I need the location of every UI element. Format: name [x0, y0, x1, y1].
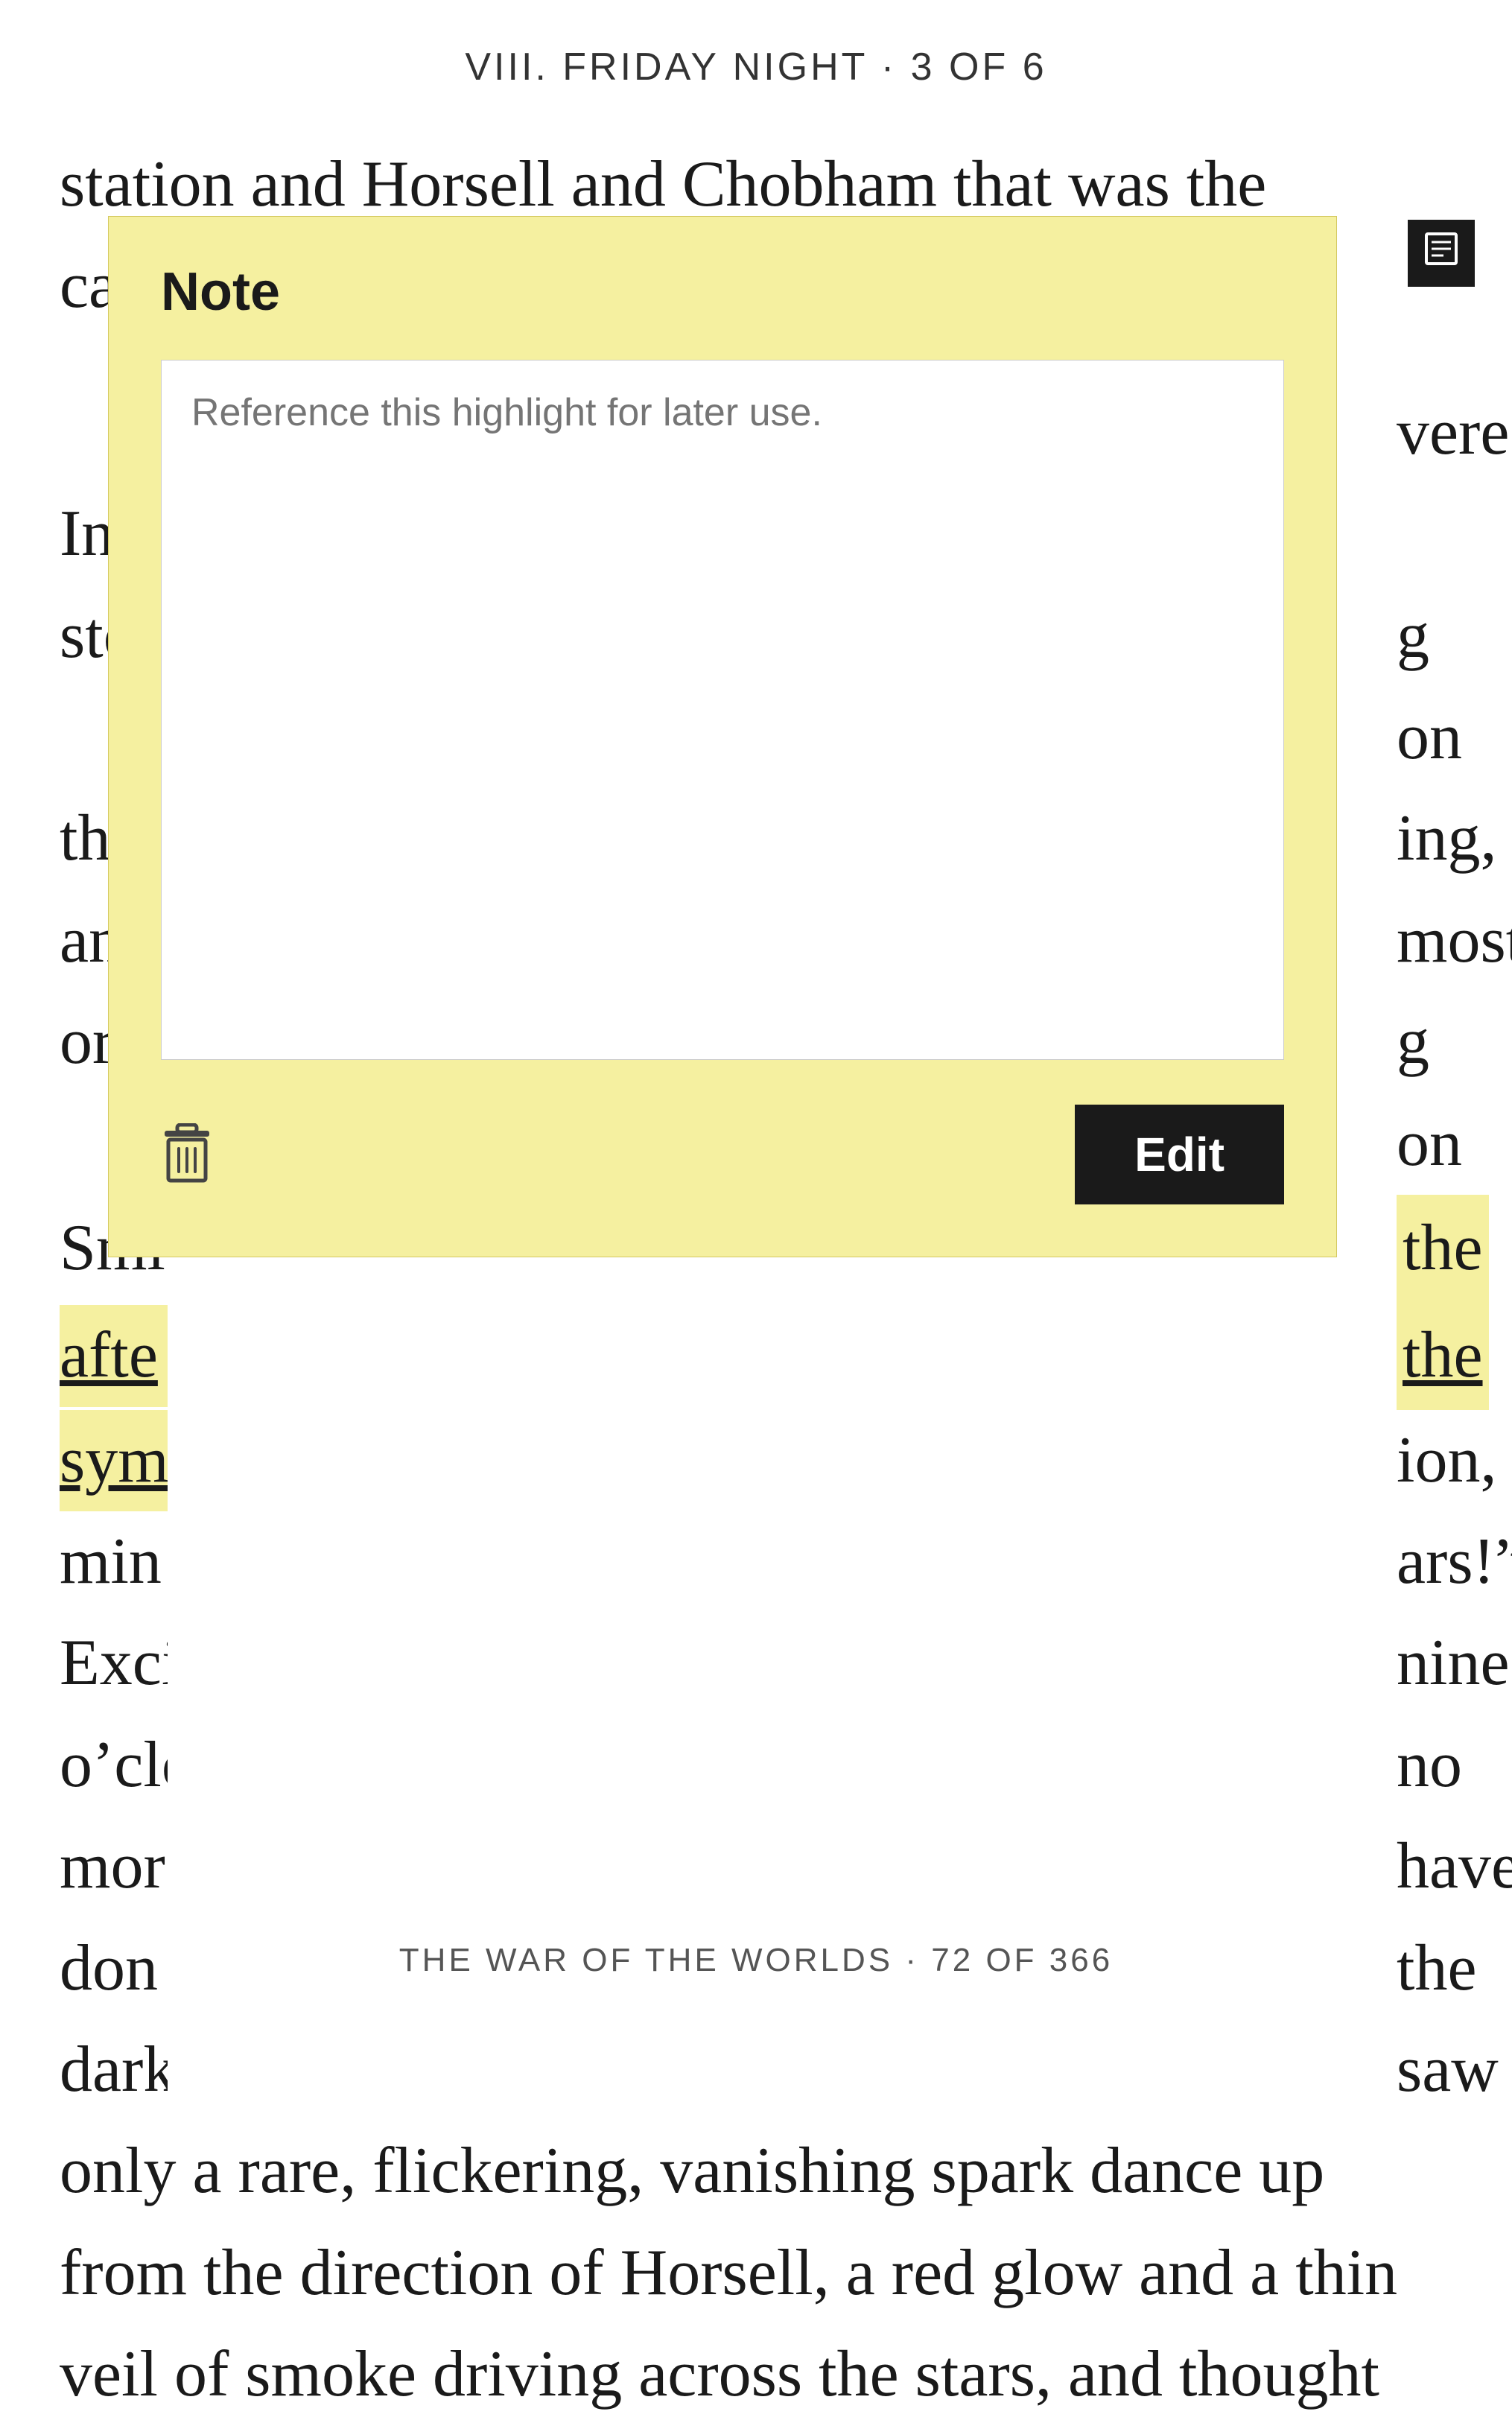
text-row-7: afte the — [60, 1302, 1452, 1409]
footer-page-info: 72 OF 366 — [931, 1942, 1113, 1978]
text-bottom-3: veil of smoke driving across the stars, … — [60, 2324, 1452, 2425]
text-section-bottom: only a rare, flickering, vanishing spark… — [60, 2121, 1452, 2425]
text-gap-11 — [168, 1715, 1397, 1816]
text-row-10: Exci nine — [60, 1613, 1452, 1714]
text-gap-10 — [168, 1613, 1397, 1714]
text-right-9: ars!” — [1397, 1511, 1512, 1613]
footer-separator: · — [905, 1942, 931, 1978]
text-row-11: o’clo no — [60, 1715, 1452, 1816]
text-left-7: afte — [60, 1305, 168, 1406]
text-right-1: vere — [1397, 382, 1509, 585]
text-gap-9 — [168, 1511, 1397, 1613]
sidebar-note-symbol — [1423, 230, 1460, 277]
text-bottom-1: only a rare, flickering, vanishing spark… — [60, 2121, 1452, 2222]
text-gap-14 — [168, 2019, 1397, 2121]
footer: THE WAR OF THE WORLDS · 72 OF 366 — [0, 1942, 1512, 1979]
note-actions: Edit — [161, 1105, 1284, 1204]
text-right-14: saw — [1397, 2019, 1499, 2121]
text-right-7-highlight: the — [1397, 1302, 1489, 1409]
text-row-12: mor have — [60, 1816, 1452, 1917]
note-textarea[interactable] — [161, 360, 1284, 1060]
text-left-11: o’clo — [60, 1715, 168, 1816]
text-left-10: Exci — [60, 1613, 168, 1714]
text-right-5: g on — [1397, 991, 1462, 1195]
text-right-4: most — [1397, 890, 1512, 991]
text-row-9: min ars!” — [60, 1511, 1452, 1613]
text-left-9: min — [60, 1511, 168, 1613]
chapter-title: VIII. FRIDAY NIGHT — [465, 45, 867, 89]
text-right-11: no — [1397, 1715, 1462, 1816]
text-left-14: dark — [60, 2019, 168, 2121]
text-content-1: station and Horsell and Chobham that was… — [60, 148, 1266, 220]
header-separator: · — [881, 45, 911, 89]
text-bottom-2: from the direction of Horsell, a red glo… — [60, 2223, 1452, 2324]
delete-button[interactable] — [161, 1123, 213, 1187]
text-row-14: dark saw — [60, 2019, 1452, 2121]
edit-button[interactable]: Edit — [1075, 1105, 1284, 1204]
text-right-3: ing, — [1397, 788, 1496, 889]
page-container: VIII. FRIDAY NIGHT · 3 OF 6 station and … — [0, 0, 1512, 2024]
text-right-8: ion, — [1397, 1410, 1496, 1511]
sidebar-note-icon[interactable] — [1408, 220, 1475, 287]
note-title: Note — [161, 261, 1284, 323]
text-right-10: nine — [1397, 1613, 1510, 1714]
note-popup: Note Edit — [108, 216, 1337, 1257]
text-row-8: sym ion, — [60, 1410, 1452, 1511]
text-right-6-highlight: the — [1397, 1195, 1489, 1302]
text-right-2: g on — [1397, 585, 1462, 789]
text-right-12: have — [1397, 1816, 1512, 1917]
trash-icon — [161, 1123, 213, 1187]
text-left-8: sym — [60, 1410, 168, 1511]
book-title: THE WAR OF THE WORLDS — [399, 1942, 893, 1978]
chapter-page-info: 3 OF 6 — [911, 45, 1047, 89]
chapter-header: VIII. FRIDAY NIGHT · 3 OF 6 — [60, 45, 1452, 89]
text-left-12: mor — [60, 1816, 168, 1917]
text-gap-12 — [168, 1816, 1397, 1917]
